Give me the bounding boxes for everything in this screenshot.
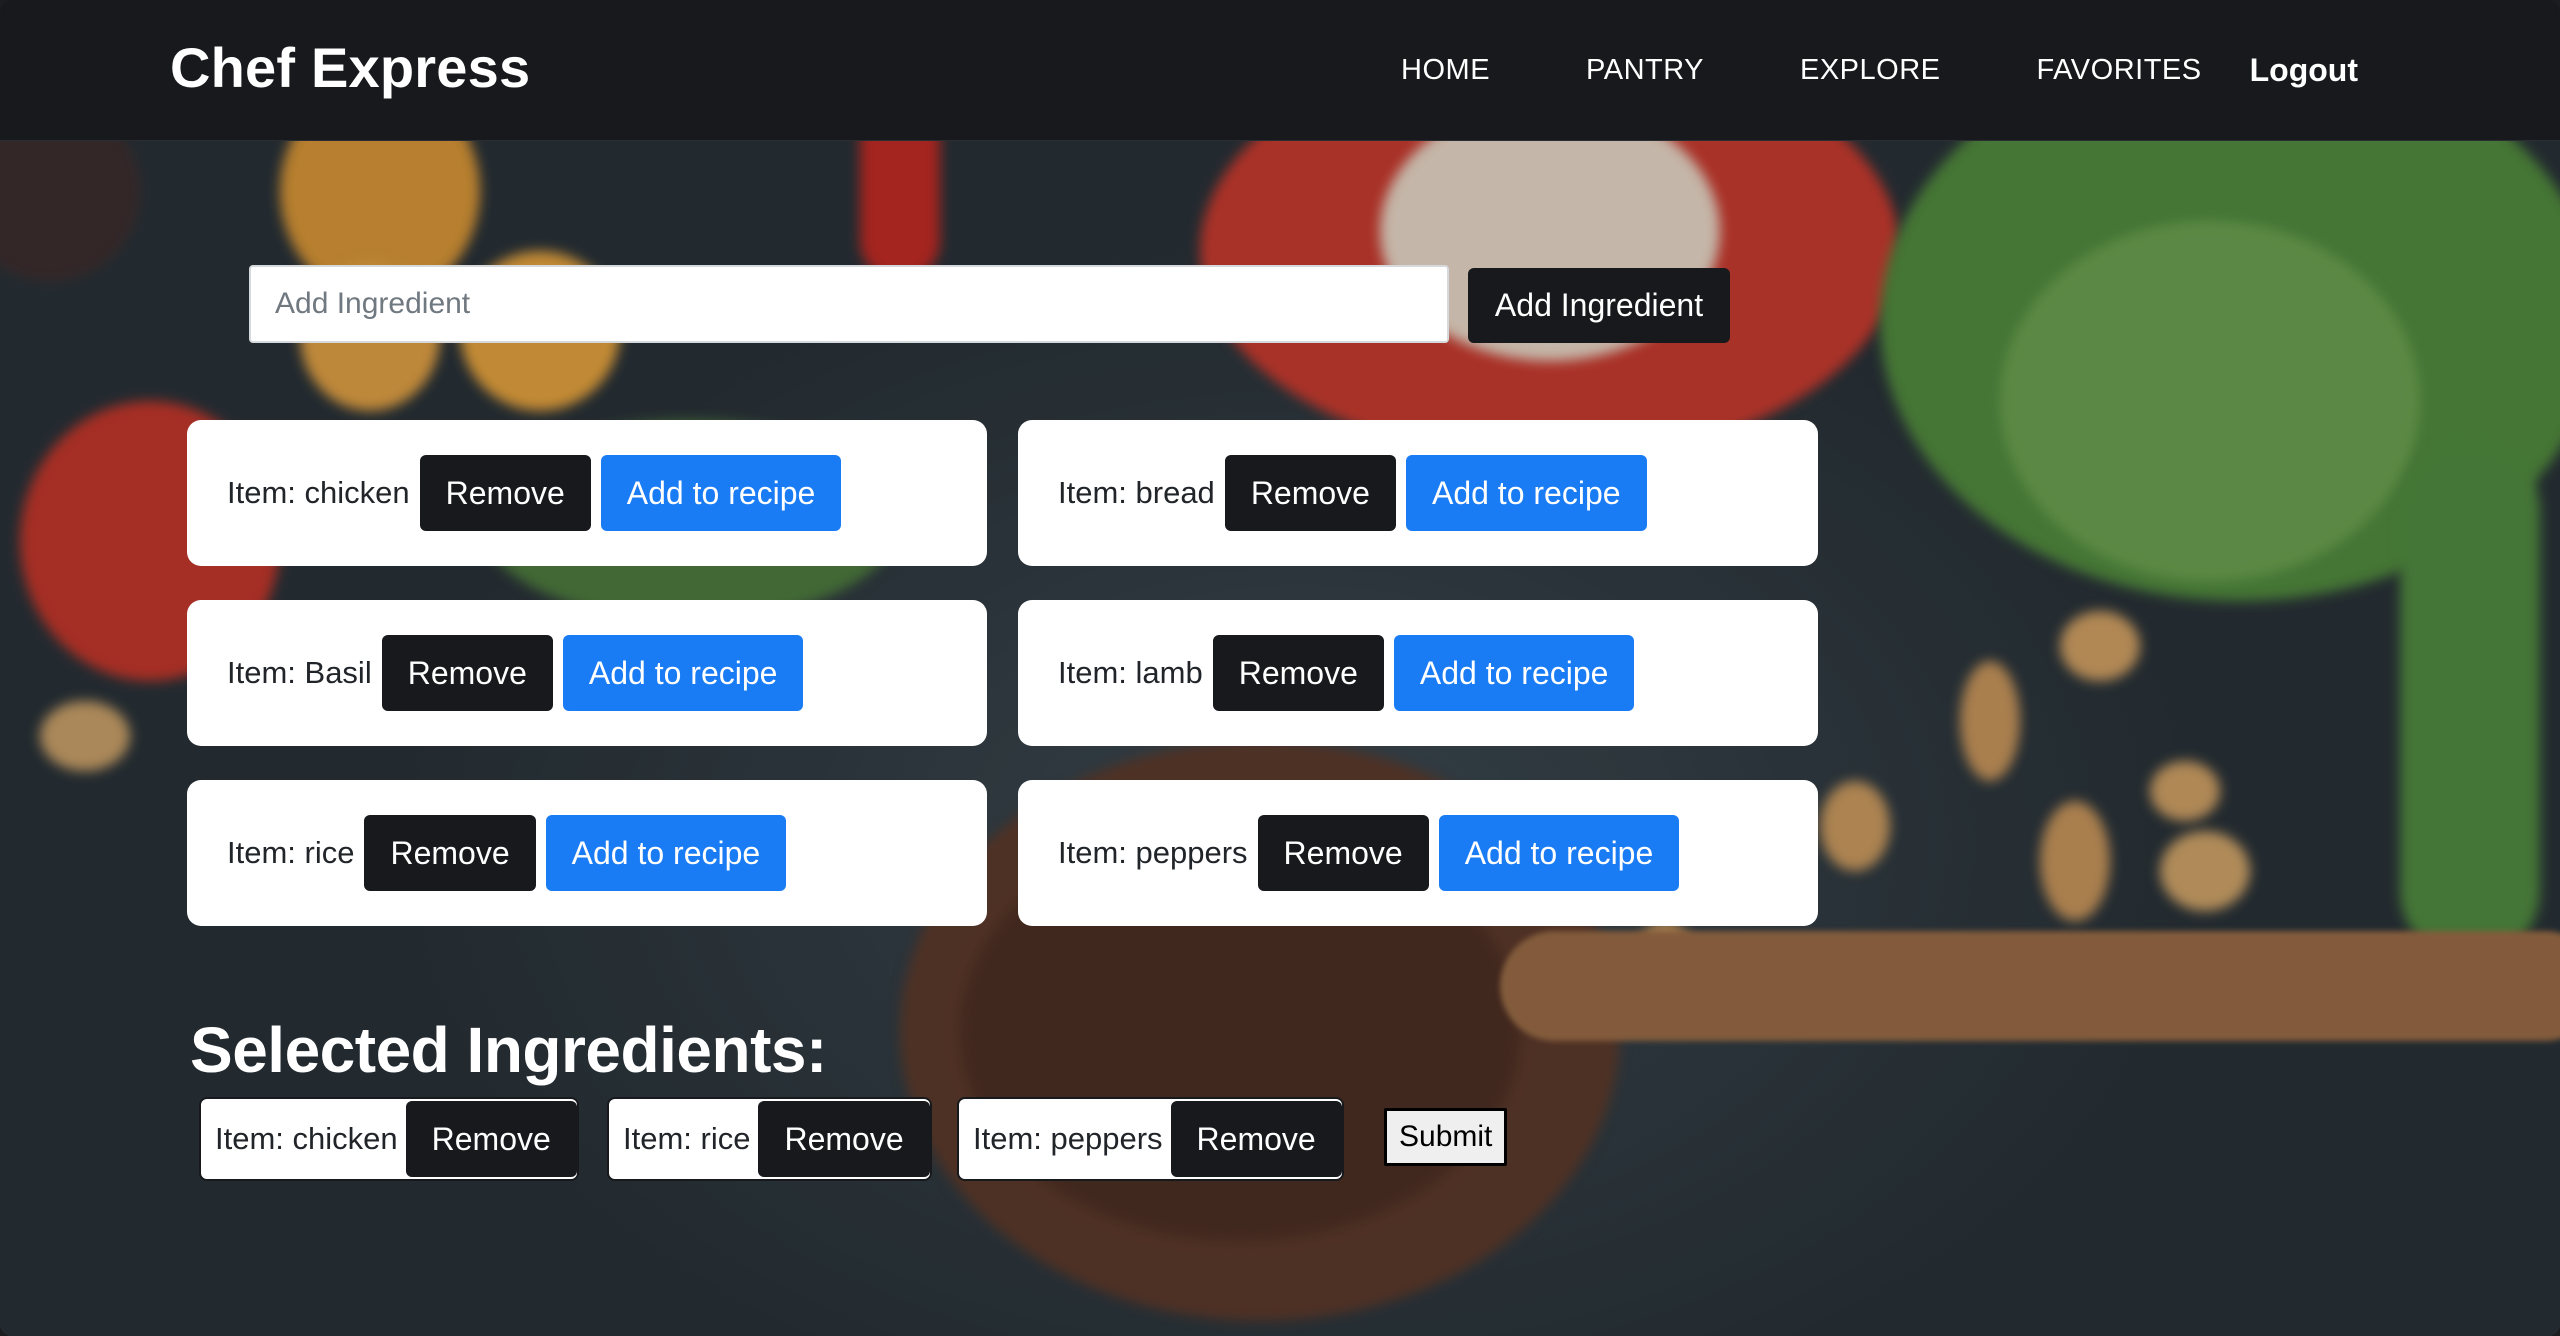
selected-ingredient-chip: Item: peppers Remove [957,1097,1344,1181]
selected-item-label: Item: rice [623,1121,751,1156]
add-to-recipe-button[interactable]: Add to recipe [600,455,842,531]
pantry-item-card: Item: bread Remove Add to recipe [1018,420,1818,566]
nav-pantry[interactable]: PANTRY [1586,52,1704,88]
add-ingredient-button[interactable]: Add Ingredient [1468,268,1730,343]
pantry-item-card: Item: peppers Remove Add to recipe [1018,780,1818,926]
pantry-item-label: Item: lamb [1058,655,1203,690]
pantry-item-card: Item: rice Remove Add to recipe [187,780,987,926]
logout-link[interactable]: Logout [2250,52,2358,88]
remove-selected-button[interactable]: Remove [405,1101,577,1177]
pantry-item-label: Item: chicken [227,475,410,510]
pantry-item-label: Item: bread [1058,475,1215,510]
nav-links: HOME PANTRY EXPLORE FAVORITES Logout [1401,52,2358,88]
remove-selected-button[interactable]: Remove [1170,1101,1342,1177]
remove-button[interactable]: Remove [1257,815,1429,891]
remove-button[interactable]: Remove [419,455,591,531]
pantry-item-label: Item: rice [227,835,355,870]
selected-ingredient-chip: Item: chicken Remove [199,1097,579,1181]
add-to-recipe-button[interactable]: Add to recipe [545,815,787,891]
add-to-recipe-button[interactable]: Add to recipe [562,635,804,711]
nav-explore[interactable]: EXPLORE [1800,52,1941,88]
add-ingredient-input[interactable] [249,265,1449,343]
remove-button[interactable]: Remove [364,815,536,891]
nav-favorites[interactable]: FAVORITES [2037,52,2202,88]
selected-item-label: Item: chicken [215,1121,398,1156]
pantry-item-label: Item: peppers [1058,835,1248,870]
selected-ingredient-chip: Item: rice Remove [607,1097,932,1181]
add-to-recipe-button[interactable]: Add to recipe [1438,815,1680,891]
pantry-item-card: Item: Basil Remove Add to recipe [187,600,987,746]
submit-button[interactable]: Submit [1384,1108,1508,1166]
pantry-item-card: Item: chicken Remove Add to recipe [187,420,987,566]
pantry-item-card: Item: lamb Remove Add to recipe [1018,600,1818,746]
remove-button[interactable]: Remove [1224,455,1396,531]
brand-logo[interactable]: Chef Express [170,36,530,100]
nav-home[interactable]: HOME [1401,52,1490,88]
browser-window: Chef Express HOME PANTRY EXPLORE FAVORIT… [0,0,2560,1336]
remove-button[interactable]: Remove [1212,635,1384,711]
add-to-recipe-button[interactable]: Add to recipe [1393,635,1635,711]
remove-button[interactable]: Remove [381,635,553,711]
navbar: Chef Express HOME PANTRY EXPLORE FAVORIT… [0,0,2560,141]
selected-ingredients-heading: Selected Ingredients: [190,1014,827,1086]
pantry-item-label: Item: Basil [227,655,372,690]
selected-item-label: Item: peppers [973,1121,1163,1156]
remove-selected-button[interactable]: Remove [758,1101,930,1177]
add-to-recipe-button[interactable]: Add to recipe [1405,455,1647,531]
